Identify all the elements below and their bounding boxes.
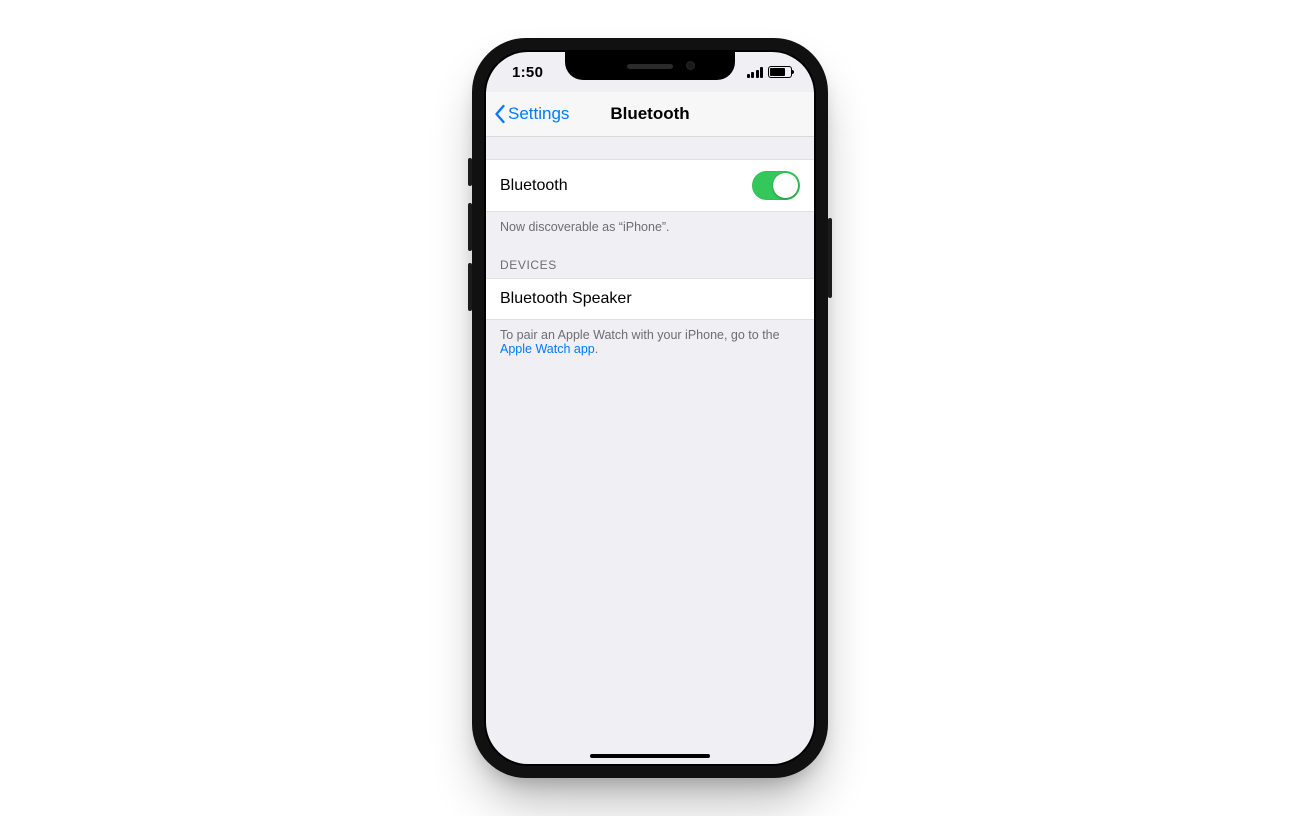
volume-down-btn — [468, 263, 472, 311]
iphone-frame: 1:50 — [472, 38, 828, 778]
bluetooth-label: Bluetooth — [500, 177, 568, 195]
mute-switch — [468, 158, 472, 186]
status-time: 1:50 — [512, 64, 543, 81]
front-camera — [686, 61, 695, 70]
back-label: Settings — [508, 104, 569, 124]
pair-footer-prefix: To pair an Apple Watch with your iPhone,… — [500, 328, 780, 342]
bluetooth-toggle[interactable] — [752, 171, 800, 200]
page-title: Bluetooth — [610, 104, 689, 124]
devices-section-header: DEVICES — [486, 240, 814, 278]
nav-bar: Settings Bluetooth — [486, 92, 814, 137]
volume-up-btn — [468, 203, 472, 251]
side-button — [828, 218, 832, 298]
discoverable-status: Now discoverable as “iPhone”. — [486, 212, 814, 240]
pair-footer-suffix: . — [595, 342, 598, 356]
screen: 1:50 — [486, 52, 814, 764]
apple-watch-app-link[interactable]: Apple Watch app — [500, 342, 595, 356]
device-name: Bluetooth Speaker — [500, 290, 632, 308]
pair-watch-footer: To pair an Apple Watch with your iPhone,… — [486, 320, 814, 362]
chevron-left-icon — [494, 104, 506, 124]
device-row[interactable]: Bluetooth Speaker — [486, 278, 814, 320]
back-button[interactable]: Settings — [494, 92, 569, 136]
notch — [565, 52, 735, 80]
settings-content: Bluetooth Now discoverable as “iPhone”. … — [486, 137, 814, 362]
battery-icon — [768, 66, 792, 78]
bluetooth-toggle-cell: Bluetooth — [486, 159, 814, 212]
cellular-signal-icon — [747, 67, 764, 78]
earpiece-speaker — [627, 64, 673, 69]
home-indicator[interactable] — [590, 754, 710, 759]
